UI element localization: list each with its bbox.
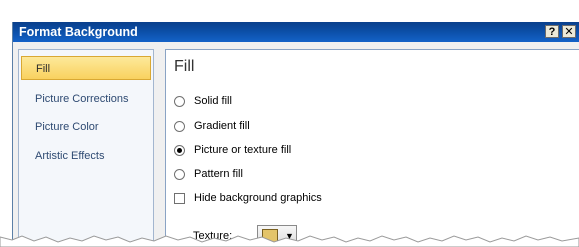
nav-item-artistic-effects[interactable]: Artistic Effects (21, 144, 151, 168)
pattern-fill-option[interactable]: Pattern fill (174, 166, 243, 182)
solid-fill-radio[interactable] (174, 95, 185, 107)
nav-item-picture-color[interactable]: Picture Color (21, 115, 151, 139)
nav-item-picture-corrections[interactable]: Picture Corrections (21, 87, 151, 111)
nav-item-fill[interactable]: Fill (21, 56, 151, 80)
hide-background-graphics-option[interactable]: Hide background graphics (174, 190, 322, 206)
picture-texture-fill-radio[interactable] (174, 144, 185, 156)
hide-background-graphics-label: Hide background graphics (194, 192, 322, 204)
close-button[interactable]: ✕ (562, 25, 576, 38)
solid-fill-label: Solid fill (194, 95, 232, 107)
format-background-dialog: Format Background ? ✕ Fill Picture Corre… (12, 22, 579, 247)
section-title: Fill (174, 58, 195, 75)
picture-texture-fill-option[interactable]: Picture or texture fill (174, 142, 291, 158)
solid-fill-option[interactable]: Solid fill (174, 93, 232, 109)
gradient-fill-radio[interactable] (174, 120, 185, 132)
help-button[interactable]: ? (545, 25, 559, 38)
window-title: Format Background (19, 25, 138, 39)
torn-edge (0, 235, 579, 247)
picture-texture-fill-label: Picture or texture fill (194, 144, 292, 156)
gradient-fill-label: Gradient fill (194, 120, 250, 132)
pattern-fill-radio[interactable] (174, 168, 185, 180)
gradient-fill-option[interactable]: Gradient fill (174, 118, 250, 134)
fill-panel: Fill Solid fill Gradient fill Picture or… (165, 49, 579, 247)
hide-background-graphics-checkbox[interactable] (174, 192, 185, 204)
pattern-fill-label: Pattern fill (194, 168, 243, 180)
category-list: Fill Picture Corrections Picture Color A… (18, 49, 154, 247)
title-bar[interactable]: Format Background ? ✕ (13, 22, 579, 42)
